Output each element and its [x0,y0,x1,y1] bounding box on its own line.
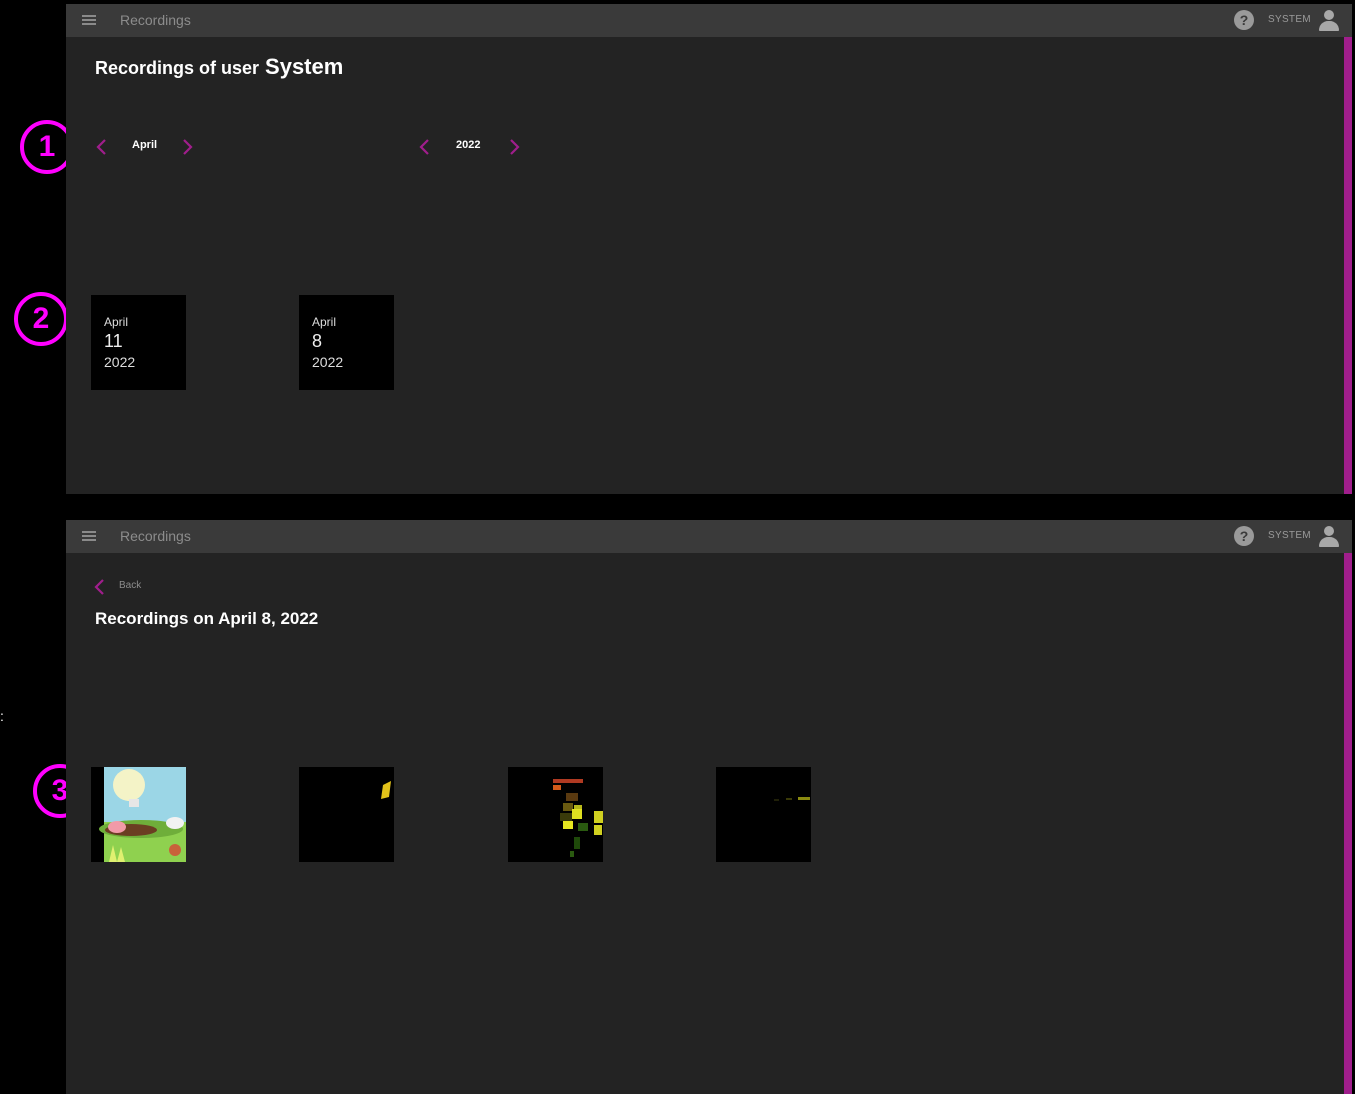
app-bar: Recordings ? SYSTEM [66,4,1352,37]
recording-thumbnail[interactable] [508,767,603,862]
day-tile-year: 2022 [312,354,344,370]
recording-thumbnail[interactable] [299,767,394,862]
day-tile[interactable]: April 8 2022 [299,295,394,390]
user-name-label: SYSTEM [1268,14,1311,25]
recording-thumbnail[interactable] [91,767,186,862]
day-tile-day: 8 [312,331,323,351]
page-title: Recordings of user System [95,54,343,80]
month-label: April [132,139,158,151]
next-year-chevron-icon[interactable] [506,138,522,156]
question-circle-icon[interactable]: ? [1234,526,1254,546]
user-name-label: SYSTEM [1268,530,1311,541]
hamburger-menu-icon[interactable] [82,531,96,542]
black-thumbnail-faint-spark [716,767,811,862]
next-month-chevron-icon[interactable] [179,138,195,156]
scrollbar[interactable] [1344,553,1352,1094]
recording-thumbnail[interactable] [716,767,811,862]
back-link[interactable]: Back [119,580,141,591]
callout-badge-2: 2 [14,292,68,346]
hamburger-menu-icon[interactable] [82,15,96,26]
page-title-prefix: Recordings of user [95,58,260,78]
previous-year-chevron-icon[interactable] [417,138,433,156]
recordings-overview-panel: Recordings ? SYSTEM Recordings of user Sy… [66,4,1352,494]
scrollbar[interactable] [1344,37,1352,494]
recordings-day-panel: Recordings ? SYSTEM Back Recordings on A… [66,520,1352,1094]
year-label: 2022 [456,139,481,151]
page-title-user: System [265,54,344,79]
question-circle-icon[interactable]: ? [1234,10,1254,30]
black-thumbnail-yellow-bird [299,767,394,862]
app-bar: Recordings ? SYSTEM [66,520,1352,553]
page-title: Recordings on April 8, 2022 [95,609,319,628]
day-tile-day: 11 [104,331,123,351]
person-icon[interactable] [1318,526,1340,548]
person-icon[interactable] [1318,10,1340,32]
black-thumbnail-pixel-blocks [508,767,603,862]
farm-scene-thumbnail [91,767,186,862]
day-tile-month: April [104,315,129,329]
day-tile-year: 2022 [104,354,136,370]
back-chevron-icon[interactable] [92,578,108,596]
day-tile-month: April [312,315,337,329]
app-title: Recordings [120,12,191,28]
app-title: Recordings [120,528,191,544]
day-tile[interactable]: April 11 2022 [91,295,186,390]
side-colon: : [0,708,4,724]
previous-month-chevron-icon[interactable] [94,138,110,156]
